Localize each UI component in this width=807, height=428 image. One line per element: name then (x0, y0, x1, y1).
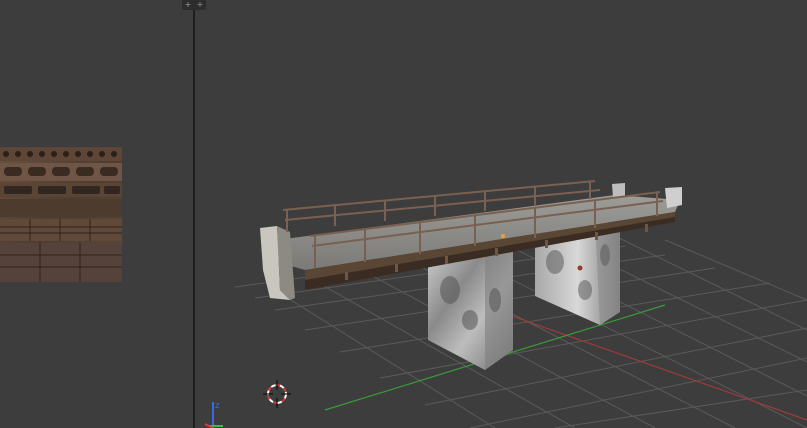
split-left-icon[interactable]: + (184, 0, 192, 10)
texture-preview[interactable] (0, 147, 122, 282)
axis-z-label: z (215, 401, 220, 411)
x-axis-line (494, 309, 807, 421)
viewport-scene: z (204, 180, 807, 428)
3d-cursor-icon (263, 380, 291, 408)
axis-gizmo-icon: z (204, 401, 223, 428)
3d-viewport[interactable]: z (195, 0, 807, 428)
texture-panel[interactable] (0, 0, 193, 428)
texture-image (0, 147, 122, 282)
